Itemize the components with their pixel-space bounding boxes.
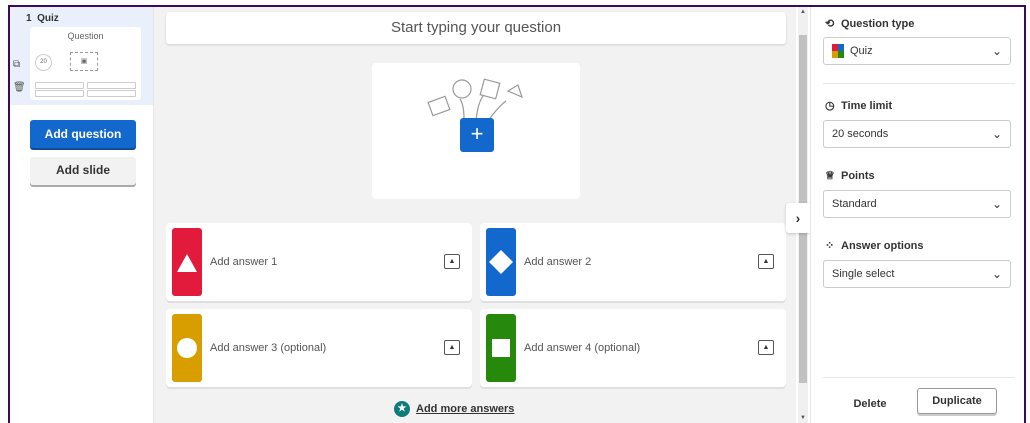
chevron-down-icon: ⌄ <box>991 44 1002 58</box>
answer-input-2[interactable]: Add answer 2 <box>524 223 591 301</box>
answer-input-3[interactable]: Add answer 3 (optional) <box>210 309 326 387</box>
slide-card[interactable]: 1 Quiz ⧉ 🗑 Question 20 ▣ <box>10 7 153 105</box>
thumb-timer: 20 <box>35 54 52 71</box>
add-more-answers-link[interactable]: ★ Add more answers <box>394 401 514 417</box>
question-type-select[interactable]: Quiz ⌄ <box>823 37 1011 65</box>
answer-tile-3[interactable]: Add answer 3 (optional) ▲ <box>166 309 472 387</box>
question-canvas: Start typing your question + Add answer … <box>154 7 796 423</box>
question-input[interactable]: Start typing your question <box>166 12 786 44</box>
add-question-button[interactable]: Add question <box>30 120 136 148</box>
media-upload-area[interactable]: + <box>372 63 580 199</box>
circle-icon <box>172 314 202 382</box>
time-limit-title: ◷ Time limit <box>825 100 893 112</box>
time-limit-select[interactable]: 20 seconds ⌄ <box>823 120 1011 148</box>
diamond-icon <box>486 228 516 296</box>
question-type-title: ⟲ Question type <box>825 18 915 30</box>
answer-options-value: Single select <box>832 268 895 280</box>
answer-input-4[interactable]: Add answer 4 (optional) <box>524 309 640 387</box>
time-limit-value: 20 seconds <box>832 128 889 140</box>
quiz-icon <box>832 44 844 58</box>
answer-options-select[interactable]: Single select ⌄ <box>823 260 1011 288</box>
square-icon <box>486 314 516 382</box>
slide-label: 1 Quiz <box>26 13 59 24</box>
answer-options-icon: ⁘ <box>825 240 835 252</box>
answer-tile-2[interactable]: Add answer 2 ▲ <box>480 223 786 301</box>
answer-input-1[interactable]: Add answer 1 <box>210 223 277 301</box>
question-type-icon: ⟲ <box>825 18 835 30</box>
trash-icon[interactable]: 🗑 <box>13 82 26 93</box>
points-title: ♕ Points <box>825 170 875 182</box>
settings-panel: ⟲ Question type Quiz ⌄ ◷ Time limit 20 sec… <box>810 7 1024 423</box>
answer-tile-1[interactable]: Add answer 1 ▲ <box>166 223 472 301</box>
chevron-right-icon[interactable]: › <box>786 203 810 233</box>
duplicate-button[interactable]: Duplicate <box>917 388 997 414</box>
scroll-down-icon[interactable]: ▼ <box>799 415 807 421</box>
app-frame: 1 Quiz ⧉ 🗑 Question 20 ▣ Add question Ad… <box>8 5 1026 423</box>
thumb-answer <box>35 82 84 89</box>
divider <box>823 83 1015 84</box>
medal-icon: ♕ <box>825 170 835 182</box>
question-type-value: Quiz <box>850 45 873 57</box>
chevron-down-icon: ⌄ <box>991 127 1002 141</box>
thumb-title: Question <box>67 31 104 41</box>
divider <box>823 377 1015 378</box>
chevron-down-icon: ⌄ <box>991 267 1002 281</box>
star-icon: ★ <box>394 401 410 417</box>
delete-button[interactable]: Delete <box>845 392 895 416</box>
add-media-button[interactable]: + <box>460 118 494 152</box>
duplicate-icon[interactable]: ⧉ <box>13 59 20 70</box>
slide-thumbnail[interactable]: Question 20 ▣ <box>30 27 141 100</box>
add-slide-button[interactable]: Add slide <box>30 157 136 185</box>
image-icon[interactable]: ▲ <box>758 254 774 269</box>
clock-icon: ◷ <box>825 100 835 112</box>
points-select[interactable]: Standard ⌄ <box>823 190 1011 218</box>
thumb-answer <box>87 82 136 89</box>
answer-options-title: ⁘ Answer options <box>825 240 924 252</box>
thumb-answer <box>35 90 84 97</box>
answer-tile-4[interactable]: Add answer 4 (optional) ▲ <box>480 309 786 387</box>
slide-sidebar: 1 Quiz ⧉ 🗑 Question 20 ▣ Add question Ad… <box>10 7 154 423</box>
image-icon[interactable]: ▲ <box>444 340 460 355</box>
image-icon[interactable]: ▲ <box>444 254 460 269</box>
thumb-answer <box>87 90 136 97</box>
scroll-up-icon[interactable]: ▲ <box>799 9 807 15</box>
thumb-image-icon: ▣ <box>70 52 98 71</box>
triangle-icon <box>172 228 202 296</box>
image-icon[interactable]: ▲ <box>758 340 774 355</box>
points-value: Standard <box>832 198 877 210</box>
chevron-down-icon: ⌄ <box>991 197 1002 211</box>
